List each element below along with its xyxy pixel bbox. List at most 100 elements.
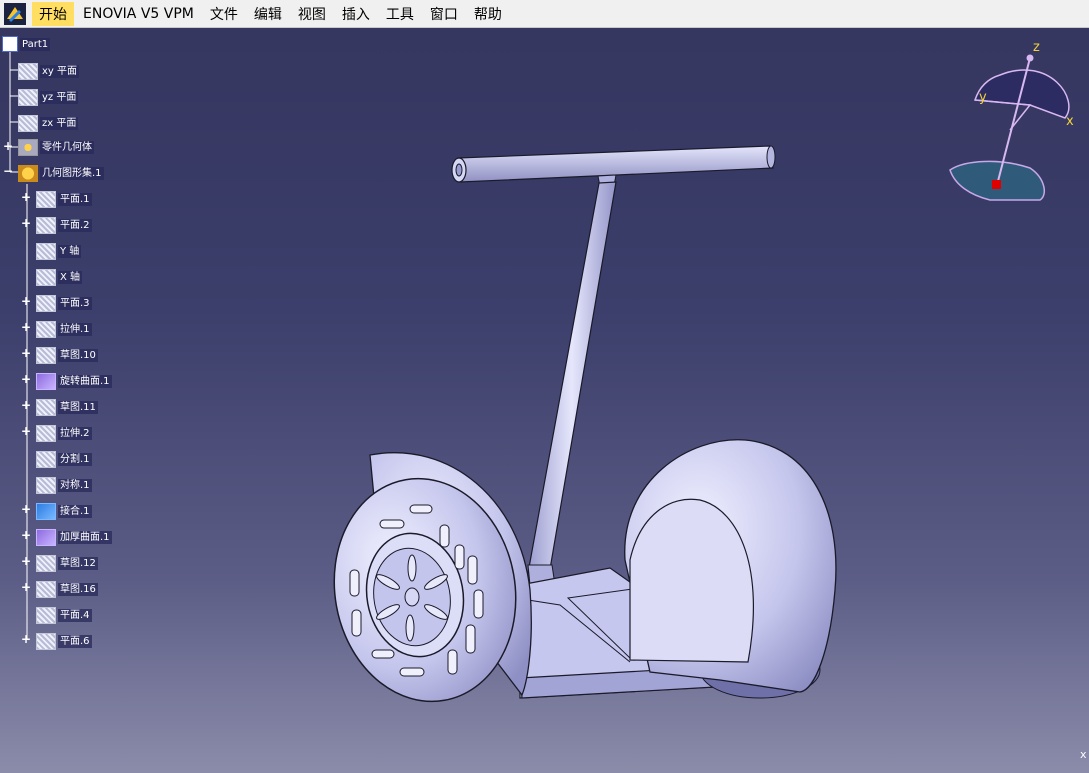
expand-plus-icon[interactable]: + xyxy=(21,425,31,437)
menu-window[interactable]: 窗口 xyxy=(423,2,465,26)
catia-logo-icon[interactable] xyxy=(4,2,26,25)
tree-label: 草图.11 xyxy=(58,400,98,414)
corner-axis-indicator: x xyxy=(1080,748,1087,761)
thicken-surface-icon xyxy=(36,528,56,546)
expand-plus-icon[interactable]: + xyxy=(21,321,31,333)
tree-label: 拉伸.1 xyxy=(58,322,92,336)
revolve-surface-icon xyxy=(36,372,56,390)
sketch-icon xyxy=(36,346,56,364)
tree-label: 接合.1 xyxy=(58,504,92,518)
tree-node-xy-plane[interactable]: xy 平面 xyxy=(18,62,80,80)
tree-label: 拉伸.2 xyxy=(58,426,92,440)
tree-node-geo-set[interactable]: 几何图形集.1 xyxy=(18,164,104,182)
tree-label: 旋转曲面.1 xyxy=(58,374,112,388)
steering-pole xyxy=(527,181,617,586)
tree-label: 对称.1 xyxy=(58,478,92,492)
tree-node-plane-1[interactable]: 平面.1 xyxy=(36,190,92,208)
axis-icon xyxy=(36,268,56,286)
expand-plus-icon[interactable]: + xyxy=(3,140,13,152)
tree-node-sketch-12[interactable]: 草图.12 xyxy=(36,554,98,572)
extrude-icon xyxy=(36,424,56,442)
tree-label: 零件几何体 xyxy=(40,140,94,154)
tree-node-join-1[interactable]: 接合.1 xyxy=(36,502,92,520)
tree-node-extrude-1[interactable]: 拉伸.1 xyxy=(36,320,92,338)
tree-node-revolve-1[interactable]: 旋转曲面.1 xyxy=(36,372,112,390)
tree-node-plane-2[interactable]: 平面.2 xyxy=(36,216,92,234)
geometrical-set-icon xyxy=(18,164,38,182)
tree-label: 加厚曲面.1 xyxy=(58,530,112,544)
tree-label: 平面.3 xyxy=(58,296,92,310)
plane-icon xyxy=(36,294,56,312)
plane-icon xyxy=(18,62,38,80)
tree-label: xy 平面 xyxy=(40,64,80,78)
expand-plus-icon[interactable]: + xyxy=(21,373,31,385)
tree-label: 草图.10 xyxy=(58,348,98,362)
specification-tree: Part1 xy 平面 yz 平面 zx 平面 + 零件几何体 − 几何图形集.… xyxy=(0,30,140,660)
symmetry-icon xyxy=(36,476,56,494)
part-icon xyxy=(2,36,18,52)
expand-plus-icon[interactable]: + xyxy=(21,191,31,203)
axis-z-label: z xyxy=(1033,40,1040,55)
menu-tools[interactable]: 工具 xyxy=(379,2,421,26)
tree-node-sketch-11[interactable]: 草图.11 xyxy=(36,398,98,416)
left-wheel xyxy=(333,477,517,703)
tree-label: Y 轴 xyxy=(58,244,82,258)
expand-plus-icon[interactable]: + xyxy=(21,581,31,593)
plane-icon xyxy=(36,216,56,234)
tree-node-plane-4[interactable]: 平面.4 xyxy=(36,606,92,624)
expand-plus-icon[interactable]: + xyxy=(21,217,31,229)
tree-node-extrude-2[interactable]: 拉伸.2 xyxy=(36,424,92,442)
tree-node-split-1[interactable]: 分割.1 xyxy=(36,450,92,468)
menu-view[interactable]: 视图 xyxy=(291,2,333,26)
tree-node-plane-3[interactable]: 平面.3 xyxy=(36,294,92,312)
expand-plus-icon[interactable]: + xyxy=(21,555,31,567)
tree-label: yz 平面 xyxy=(40,90,79,104)
tree-node-zx-plane[interactable]: zx 平面 xyxy=(18,114,79,132)
tree-node-yz-plane[interactable]: yz 平面 xyxy=(18,88,79,106)
expand-plus-icon[interactable]: + xyxy=(21,529,31,541)
tree-label: 平面.6 xyxy=(58,634,92,648)
expand-plus-icon[interactable]: + xyxy=(21,633,31,645)
tree-node-sketch-16[interactable]: 草图.16 xyxy=(36,580,98,598)
tree-node-x-axis[interactable]: X 轴 xyxy=(36,268,83,286)
handlebar xyxy=(451,145,776,188)
expand-plus-icon[interactable]: + xyxy=(21,347,31,359)
tree-label: 平面.4 xyxy=(58,608,92,622)
menu-edit[interactable]: 编辑 xyxy=(247,2,289,26)
tree-node-symmetry-1[interactable]: 对称.1 xyxy=(36,476,92,494)
tree-label: 草图.12 xyxy=(58,556,98,570)
axis-icon xyxy=(36,242,56,260)
tree-label: Part1 xyxy=(20,37,51,51)
expand-plus-icon[interactable]: + xyxy=(21,503,31,515)
plane-icon xyxy=(36,190,56,208)
expand-plus-icon[interactable]: + xyxy=(21,399,31,411)
menu-insert[interactable]: 插入 xyxy=(335,2,377,26)
tree-label: X 轴 xyxy=(58,270,83,284)
part-body-icon xyxy=(18,138,38,156)
tree-label: 草图.16 xyxy=(58,582,98,596)
compass-widget[interactable]: z y x xyxy=(940,36,1080,211)
right-fender xyxy=(624,439,837,699)
tree-label: zx 平面 xyxy=(40,116,79,130)
collapse-minus-icon[interactable]: − xyxy=(3,165,13,177)
tree-node-thicken-1[interactable]: 加厚曲面.1 xyxy=(36,528,112,546)
menu-start[interactable]: 开始 xyxy=(32,1,74,26)
tree-label: 平面.2 xyxy=(58,218,92,232)
menu-enovia[interactable]: ENOVIA V5 VPM xyxy=(76,4,201,24)
tree-node-sketch-10[interactable]: 草图.10 xyxy=(36,346,98,364)
join-icon xyxy=(36,502,56,520)
menu-bar: 开始 ENOVIA V5 VPM 文件 编辑 视图 插入 工具 窗口 帮助 xyxy=(0,0,1089,28)
3d-viewport[interactable] xyxy=(0,27,1089,773)
sketch-icon xyxy=(36,580,56,598)
tree-node-part-body[interactable]: 零件几何体 xyxy=(18,138,94,156)
tree-node-root[interactable]: Part1 xyxy=(2,35,51,53)
expand-plus-icon[interactable]: + xyxy=(21,295,31,307)
sketch-icon xyxy=(36,398,56,416)
tree-node-y-axis[interactable]: Y 轴 xyxy=(36,242,82,260)
plane-icon xyxy=(18,88,38,106)
tree-node-plane-6[interactable]: 平面.6 xyxy=(36,632,92,650)
menu-help[interactable]: 帮助 xyxy=(467,2,509,26)
tree-label: 几何图形集.1 xyxy=(40,166,104,180)
menu-file[interactable]: 文件 xyxy=(203,2,245,26)
plane-icon xyxy=(36,632,56,650)
